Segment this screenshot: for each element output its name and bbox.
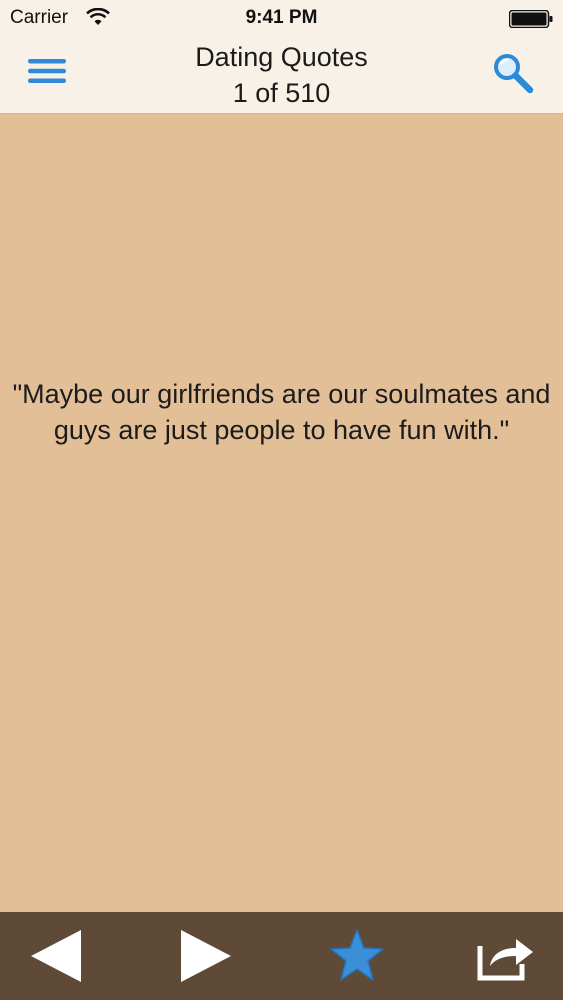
quote-counter: 1 of 510 — [232, 78, 331, 108]
status-time: 9:41 PM — [245, 7, 318, 28]
share-icon[interactable] — [476, 930, 536, 982]
quote-text: "Maybe our girlfriends are our soulmates… — [12, 379, 551, 445]
battery-icon — [509, 10, 553, 28]
search-icon[interactable] — [490, 51, 536, 95]
next-arrow-icon[interactable] — [178, 928, 234, 984]
quote-area: "Maybe our girlfriends are our soulmates… — [0, 114, 563, 912]
status-bar: Carrier 9:41 PM — [0, 0, 563, 38]
previous-arrow-icon[interactable] — [28, 928, 84, 984]
favorite-star-icon[interactable] — [328, 928, 386, 984]
page-title: Dating Quotes — [195, 42, 368, 72]
navigation-bar: Dating Quotes 1 of 510 — [0, 38, 563, 114]
bottom-toolbar — [0, 912, 563, 1000]
